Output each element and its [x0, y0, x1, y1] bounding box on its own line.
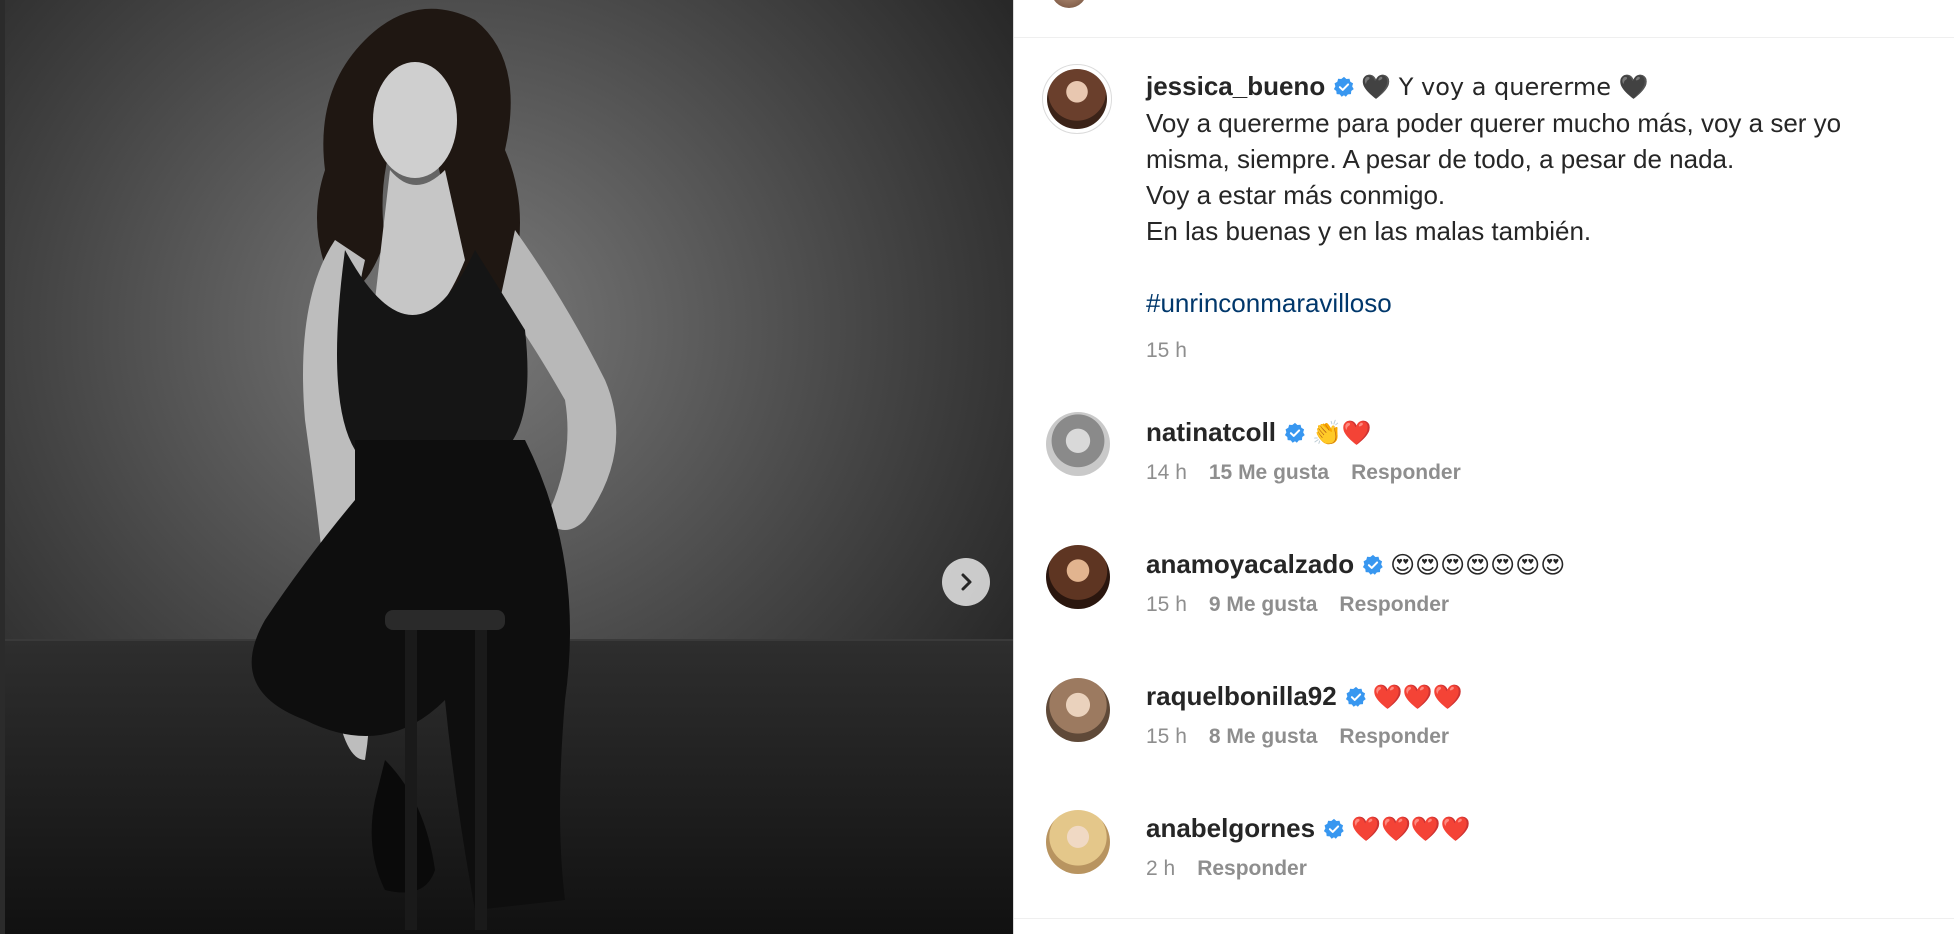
comment-time[interactable]: 14 h — [1146, 461, 1187, 484]
reply-button[interactable]: Responder — [1197, 857, 1307, 880]
reply-button[interactable]: Responder — [1339, 593, 1449, 616]
next-photo-button[interactable] — [942, 558, 990, 606]
caption-line: En las buenas y en las malas también. — [1146, 216, 1592, 246]
verified-badge-icon — [1345, 686, 1366, 707]
comment-text: ❤️❤️❤️ — [1372, 683, 1463, 711]
commenter-avatar[interactable] — [1046, 678, 1110, 742]
chevron-right-icon — [961, 573, 972, 591]
commenter-avatar[interactable] — [1046, 545, 1110, 609]
comment-text: ❤️❤️❤️❤️ — [1351, 815, 1471, 843]
caption-line: misma, siempre. A pesar de todo, a pesar… — [1146, 144, 1735, 174]
comments-panel: jessica_bueno 🖤 Y voy a quererme 🖤 Voy a … — [1014, 0, 1954, 934]
comment-likes[interactable]: 8 Me gusta — [1209, 725, 1318, 748]
comment-text: 😍😍😍😍😍😍😍 — [1390, 551, 1566, 579]
comment-username[interactable]: anabelgornes — [1146, 813, 1315, 843]
caption-line: Voy a quererme para poder querer mucho m… — [1146, 108, 1842, 138]
comment-username[interactable]: natinatcoll — [1146, 417, 1276, 447]
caption-heading: 🖤 Y voy a quererme 🖤 — [1361, 73, 1649, 101]
comment-likes[interactable]: 15 Me gusta — [1209, 461, 1329, 484]
verified-badge-icon — [1284, 422, 1305, 443]
avatar[interactable] — [1051, 0, 1087, 8]
author-avatar[interactable] — [1042, 64, 1112, 134]
comment-item: anabelgornes ❤️❤️❤️❤️ 2 h Responder — [1146, 810, 1936, 881]
commenter-avatar[interactable] — [1046, 412, 1110, 476]
comment-item: raquelbonilla92 ❤️❤️❤️ 15 h 8 Me gusta Resp… — [1146, 678, 1936, 749]
caption-line: Voy a estar más conmigo. — [1146, 180, 1446, 210]
verified-badge-icon — [1334, 76, 1354, 97]
divider — [1014, 918, 1954, 919]
verified-badge-icon — [1363, 554, 1383, 575]
caption-username[interactable]: jessica_bueno — [1146, 71, 1325, 101]
reply-button[interactable]: Responder — [1339, 725, 1449, 748]
verified-badge-icon — [1323, 818, 1344, 839]
comment-item: natinatcoll 👏❤️ 14 h 15 Me gusta Responder — [1146, 414, 1936, 485]
instagram-post-view: jessica_bueno 🖤 Y voy a quererme 🖤 Voy a … — [0, 0, 1954, 934]
comment-item: anamoyacalzado 😍😍😍😍😍😍😍 15 h 9 Me gusta Resp… — [1146, 546, 1936, 617]
reply-button[interactable]: Responder — [1351, 461, 1461, 484]
comment-username[interactable]: raquelbonilla92 — [1146, 681, 1337, 711]
comment-likes[interactable]: 9 Me gusta — [1209, 593, 1318, 616]
comment-time[interactable]: 2 h — [1146, 857, 1175, 880]
photo-illustration — [5, 0, 1013, 934]
comment-time[interactable]: 15 h — [1146, 725, 1187, 748]
post-photo[interactable] — [5, 0, 1013, 934]
caption-time[interactable]: 15 h — [1146, 339, 1187, 362]
post-caption: jessica_bueno 🖤 Y voy a quererme 🖤 Voy a … — [1146, 68, 1936, 363]
commenter-avatar[interactable] — [1046, 810, 1110, 874]
comment-time[interactable]: 15 h — [1146, 593, 1187, 616]
comment-username[interactable]: anamoyacalzado — [1146, 549, 1354, 579]
hashtag-link[interactable]: #unrinconmaravilloso — [1146, 288, 1392, 318]
comment-text: 👏❤️ — [1312, 419, 1372, 447]
divider — [1014, 37, 1954, 38]
